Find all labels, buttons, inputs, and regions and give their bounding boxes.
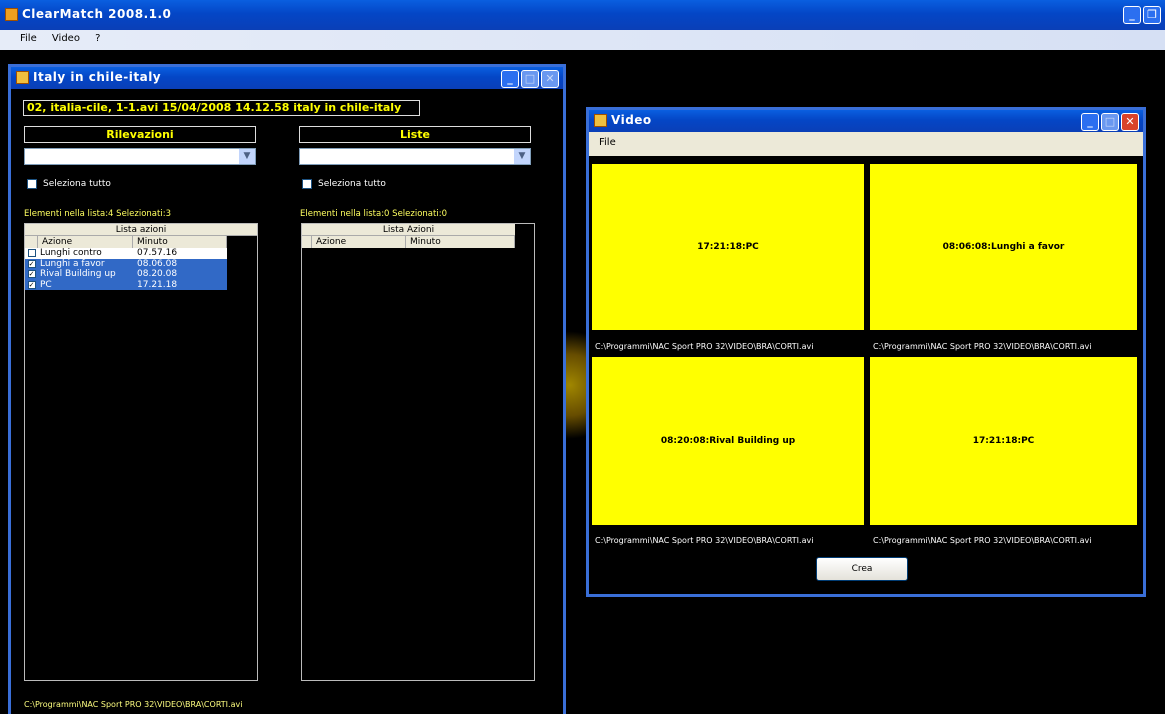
list-caption: Lista Azioni [302,224,515,236]
table-row[interactable]: ✓ Lunghi a favor 08.06.08 [25,258,227,270]
match-window-controls: _ □ ✕ [501,70,559,88]
row-action: Lunghi a favor [40,258,105,269]
video-window-icon [594,114,607,127]
video-window-title: Video [611,113,652,127]
menu-video[interactable]: Video [46,30,86,47]
table-row[interactable]: ✓ Rival Building up 08.20.08 [25,269,227,280]
header-check-col [25,236,38,248]
header-check-col [302,236,312,248]
select-all-label: Seleziona tutto [43,179,111,189]
minimize-icon[interactable]: _ [1081,113,1099,131]
col-minute[interactable]: Minuto [406,236,515,248]
rilevazioni-header: Rilevazioni [24,126,256,143]
match-window-title: Italy in chile-italy [33,70,162,84]
checkbox-icon[interactable] [27,249,36,258]
liste-count: Elementi nella lista:0 Selezionati:0 [300,209,447,219]
match-window-titlebar: Italy in chile-italy _ □ ✕ [11,67,563,89]
crea-button[interactable]: Crea [816,557,908,581]
restore-icon[interactable]: ❐ [1143,6,1161,24]
rilevazioni-count: Elementi nella lista:4 Selezionati:3 [24,209,171,219]
row-action: Rival Building up [40,269,116,279]
row-checkbox-cell[interactable]: ✓ [25,269,38,280]
rilevazioni-listview[interactable]: Lista azioni Azione Minuto Lunghi contro… [24,223,258,681]
match-window: Italy in chile-italy _ □ ✕ 02, italia-ci… [8,64,566,714]
list-rows: Lunghi contro 07.57.16 ✓ Lunghi a favor 08.0… [25,248,227,290]
cell-path-3: C:\Programmi\NAC Sport PRO 32\VIDEO\BRA\… [595,536,814,545]
checkbox-icon[interactable] [302,179,312,189]
cell-path-2: C:\Programmi\NAC Sport PRO 32\VIDEO\BRA\… [873,342,1092,351]
file-info-label: 02, italia-cile, 1-1.avi 15/04/2008 14.1… [23,100,420,116]
list-header: Azione Minuto [25,236,227,248]
video-window-controls: _ □ ✕ [1081,113,1139,131]
row-minute: 08.20.08 [137,269,178,279]
background-logo [566,310,586,460]
match-window-icon [16,71,29,84]
chevron-down-icon[interactable]: ▼ [239,149,255,164]
cell-label: 17:21:18:PC [697,242,759,252]
row-checkbox-cell[interactable] [25,248,38,259]
chevron-down-icon[interactable]: ▼ [514,149,530,164]
video-cell-4[interactable]: 17:21:18:PC [870,357,1137,525]
close-icon[interactable]: ✕ [541,70,559,88]
video-menubar: File [589,132,1143,156]
checkbox-icon[interactable]: ✓ [27,280,36,289]
video-cell-3[interactable]: 08:20:08:Rival Building up [592,357,864,525]
app-titlebar: ClearMatch 2008.1.0 _ ❐ [0,0,1165,30]
liste-select-all[interactable]: Seleziona tutto [302,179,386,189]
checkbox-icon[interactable]: ✓ [27,270,36,279]
table-row[interactable]: Lunghi contro 07.57.16 [25,248,227,259]
row-checkbox-cell[interactable]: ✓ [25,259,38,270]
close-icon[interactable]: ✕ [1121,113,1139,131]
col-action[interactable]: Azione [38,236,133,248]
list-header: Azione Minuto [302,236,515,248]
row-checkbox-cell[interactable]: ✓ [25,280,38,291]
liste-listview[interactable]: Lista Azioni Azione Minuto [301,223,535,681]
maximize-icon[interactable]: □ [1101,113,1119,131]
cell-label: 17:21:18:PC [972,436,1035,446]
cell-label: 08:20:08:Rival Building up [660,436,796,446]
maximize-icon[interactable]: □ [521,70,539,88]
table-row[interactable]: ✓ PC 17.21.18 [25,279,227,291]
col-action[interactable]: Azione [312,236,406,248]
liste-header: Liste [299,126,531,143]
menu-file[interactable]: File [14,30,43,47]
row-minute: 17.21.18 [137,279,178,290]
liste-dropdown[interactable]: ▼ [299,148,531,165]
rilevazioni-select-all[interactable]: Seleziona tutto [27,179,111,189]
row-minute: 07.57.16 [137,248,178,258]
menu-help[interactable]: ? [89,30,106,47]
minimize-icon[interactable]: _ [501,70,519,88]
select-all-label: Seleziona tutto [318,179,386,189]
checkbox-icon[interactable] [27,179,37,189]
app-title: ClearMatch 2008.1.0 [22,7,172,21]
app-window-controls: _ ❐ [1123,6,1161,24]
minimize-icon[interactable]: _ [1123,6,1141,24]
video-cell-2[interactable]: 08:06:08:Lunghi a favor [870,164,1137,330]
video-window-titlebar: Video _ □ ✕ [589,110,1143,132]
video-cell-1[interactable]: 17:21:18:PC [592,164,864,330]
list-caption: Lista azioni [25,224,257,236]
col-minute[interactable]: Minuto [133,236,227,248]
cell-path-1: C:\Programmi\NAC Sport PRO 32\VIDEO\BRA\… [595,342,814,351]
checkbox-icon[interactable]: ✓ [27,259,36,268]
row-minute: 08.06.08 [137,258,178,269]
app-icon [5,8,18,21]
app-menubar: File Video ? [0,30,1165,50]
cell-label: 08:06:08:Lunghi a favor [942,242,1065,252]
row-action: Lunghi contro [40,248,102,258]
video-window: Video _ □ ✕ File 17:21:18:PC 08:06:08:Lu… [586,107,1146,597]
video-menu-file[interactable]: File [589,132,626,153]
row-action: PC [40,279,52,290]
cell-path-4: C:\Programmi\NAC Sport PRO 32\VIDEO\BRA\… [873,536,1092,545]
rilevazioni-dropdown[interactable]: ▼ [24,148,256,165]
